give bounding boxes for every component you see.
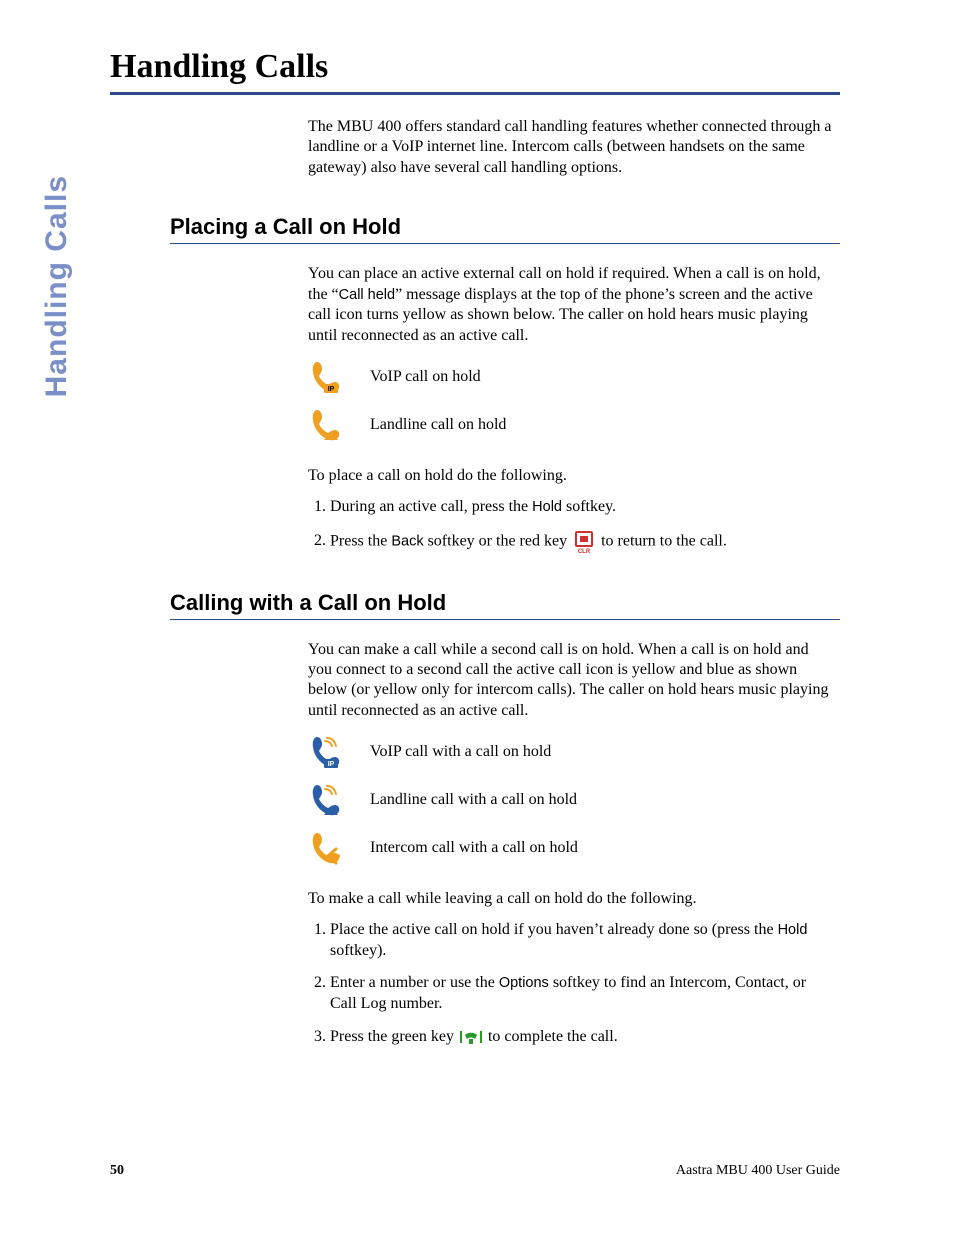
phone-intercom-hold-icon [310,831,340,865]
text-fragment: to complete the call. [488,1028,618,1045]
phone-landline-hold-icon [310,408,340,442]
phone-voip-hold-icon: IP [310,360,340,394]
green-call-key-icon [460,1027,482,1047]
intro-paragraph: The MBU 400 offers standard call handlin… [308,117,833,178]
icon-label: Landline call on hold [370,416,506,434]
section-rule [170,619,840,620]
icon-row-voip-active-hold: IP VoIP call with a call on hold [308,735,840,769]
section2-paragraph: You can make a call while a second call … [308,640,833,722]
options-softkey-label: Options [499,975,549,991]
icon-label: VoIP call on hold [370,368,481,386]
text-fragment: Place the active call on hold if you hav… [330,921,778,938]
page-title: Handling Calls [110,48,840,86]
hold-softkey-label: Hold [532,499,562,515]
list-item: Enter a number or use the Options softke… [330,973,833,1015]
phone-voip-active-hold-icon: IP [310,735,340,769]
section-heading-hold: Placing a Call on Hold [170,214,840,240]
section1-paragraph: You can place an active external call on… [308,264,833,346]
call-held-label: Call held [339,287,395,303]
text-fragment: Press the [330,532,391,549]
list-item: During an active call, press the Hold so… [330,497,833,518]
section2-steps: Place the active call on hold if you hav… [308,920,833,1048]
footer-guide-name: Aastra MBU 400 User Guide [676,1163,840,1179]
text-fragment: Enter a number or use the [330,974,499,991]
section1-steps: During an active call, press the Hold so… [308,497,833,554]
icon-label: Landline call with a call on hold [370,791,577,809]
text-fragment: to return to the call. [601,532,727,549]
svg-text:IP: IP [328,386,335,393]
text-fragment: softkey or the red key [424,532,572,549]
phone-landline-active-hold-icon [310,783,340,817]
section-heading-call-on-hold: Calling with a Call on Hold [170,590,840,616]
icon-row-voip-hold: IP VoIP call on hold [308,360,840,394]
section1-lead: To place a call on hold do the following… [308,466,833,486]
section2-lead: To make a call while leaving a call on h… [308,889,833,909]
text-fragment: softkey). [330,942,386,959]
icon-label: Intercom call with a call on hold [370,839,578,857]
red-clr-key-icon: CLR [573,530,595,554]
page-footer: 50 Aastra MBU 400 User Guide [110,1163,840,1179]
page-content: Handling Calls The MBU 400 offers standa… [110,48,840,1060]
hold-softkey-label: Hold [778,922,808,938]
title-rule [110,92,840,95]
text-fragment: During an active call, press the [330,498,532,515]
icon-row-landline-active-hold: Landline call with a call on hold [308,783,840,817]
side-tab-heading: Handling Calls [40,175,74,397]
back-softkey-label: Back [391,533,423,549]
list-item: Press the Back softkey or the red key CL… [330,530,833,554]
icon-row-intercom-hold: Intercom call with a call on hold [308,831,840,865]
icon-label: VoIP call with a call on hold [370,743,551,761]
text-fragment: Press the green key [330,1028,458,1045]
list-item: Press the green key to complete the call… [330,1027,833,1048]
svg-text:IP: IP [328,761,335,768]
icon-row-landline-hold: Landline call on hold [308,408,840,442]
page-number: 50 [110,1163,124,1179]
section-rule [170,243,840,244]
svg-text:CLR: CLR [578,549,591,554]
text-fragment: softkey. [562,498,616,515]
list-item: Place the active call on hold if you hav… [330,920,833,962]
